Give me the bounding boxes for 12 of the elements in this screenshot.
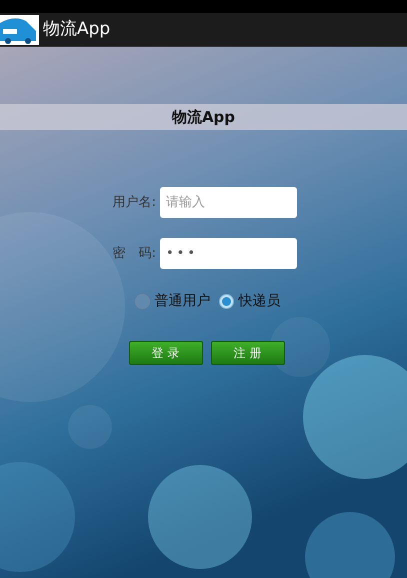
register-button[interactable]: 注 册 <box>210 341 284 365</box>
header-title: 物流App <box>172 106 236 128</box>
app-title: 物流App <box>43 18 110 41</box>
field-label: 用户名: <box>112 194 157 212</box>
radio-label: 普通用户 <box>154 292 210 311</box>
truck-icon <box>0 14 39 44</box>
password-field[interactable]: ••• <box>160 238 297 269</box>
field-label: 密 码: <box>112 244 157 263</box>
username-field[interactable]: 请输入 <box>160 187 297 218</box>
radio-label: 快递员 <box>238 292 280 311</box>
radio-button[interactable] <box>134 294 150 309</box>
login-button[interactable]: 登 录 <box>128 341 202 365</box>
